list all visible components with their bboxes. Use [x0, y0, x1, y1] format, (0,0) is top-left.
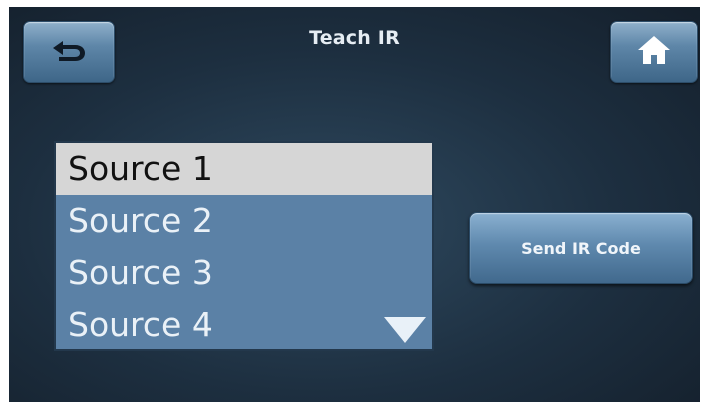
- home-button[interactable]: [610, 21, 698, 83]
- list-item-source-4[interactable]: Source 4: [56, 299, 432, 349]
- source-list[interactable]: Source 1 Source 2 Source 3 Source 4: [54, 141, 434, 351]
- triangle-down-icon[interactable]: [384, 317, 426, 343]
- send-ir-code-button[interactable]: Send IR Code: [469, 212, 693, 284]
- list-item-source-3[interactable]: Source 3: [56, 247, 432, 299]
- touch-screen: Teach IR Source 1 Source 2 Source 3 Sour…: [9, 7, 700, 402]
- list-item-source-1[interactable]: Source 1: [56, 143, 432, 195]
- home-icon: [637, 34, 671, 70]
- page-title: Teach IR: [309, 27, 400, 49]
- list-item-source-2[interactable]: Source 2: [56, 195, 432, 247]
